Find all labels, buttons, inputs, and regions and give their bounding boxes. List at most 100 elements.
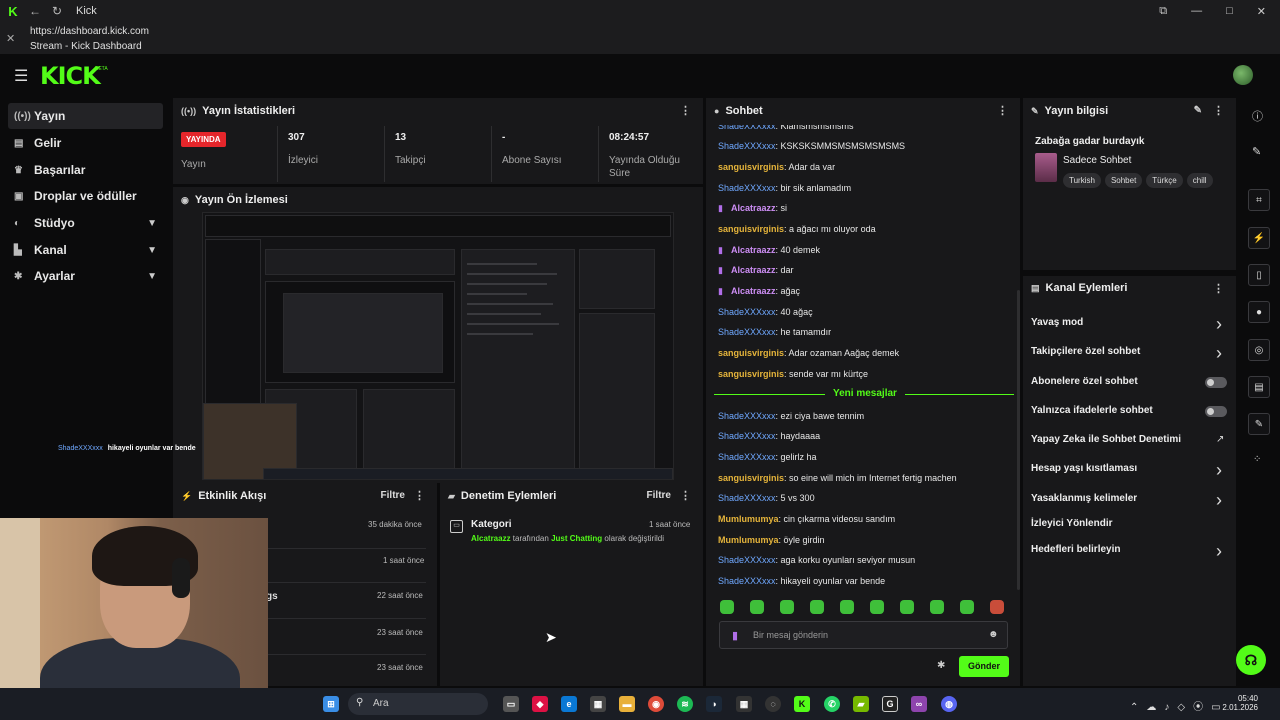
nvidia-icon[interactable]: ▰ [853,696,869,712]
toggle-switch[interactable] [1205,377,1227,388]
store-icon[interactable]: ▦ [590,696,606,712]
chat-username[interactable]: ShadeXXXxxx [718,327,776,337]
filter-button[interactable]: Filtre [647,490,671,501]
chat-rail-icon[interactable]: ● [1248,301,1270,323]
tag-chip[interactable]: Turkish [1063,173,1101,188]
g-app-icon[interactable]: G [882,696,898,712]
channel-action-item[interactable]: Hesap yaşı kısıtlaması [1031,463,1137,474]
chat-username[interactable]: ShadeXXXxxx [718,141,776,151]
chat-username[interactable]: ShadeXXXxxx [718,493,776,503]
system-tray[interactable]: ⌃☁♪◇⦿▭ [1130,698,1229,713]
edit-pencil-icon[interactable]: ✎ [1194,105,1202,116]
chat-username[interactable]: ShadeXXXxxx [718,307,776,317]
external-link-icon[interactable]: ↗ [1216,434,1224,445]
chevron-right-icon[interactable]: › [1216,314,1222,335]
whatsapp-icon[interactable]: ✆ [824,696,840,712]
channel-action-item[interactable]: Yalnızca ifadelerle sohbet [1031,405,1153,416]
mod-user[interactable]: Alcatraazz [471,534,511,543]
minimize-button[interactable]: — [1191,5,1202,18]
stream-preview-video[interactable] [202,212,674,480]
pencil-icon[interactable]: ✎ [1252,145,1261,158]
channel-action-item[interactable]: Hedefleri belirleyin [1031,544,1120,555]
chat-username[interactable]: sanguisvirginis [718,369,784,379]
emote-icon[interactable] [840,600,854,614]
channel-action-item[interactable]: Takipçilere özel sohbet [1031,346,1140,357]
back-arrow-icon[interactable]: ← [26,2,44,20]
document-icon[interactable]: ▯ [1248,264,1270,286]
spotify-icon[interactable]: ≋ [677,696,693,712]
more-icon[interactable]: ⋮ [680,104,691,117]
info-icon[interactable]: ⓘ [1252,108,1263,124]
emote-icon[interactable] [720,600,734,614]
emote-icon[interactable] [780,600,794,614]
emote-icon[interactable] [870,600,884,614]
chat-username[interactable]: sanguisvirginis [718,162,784,172]
crop-icon[interactable]: ⌗ [1248,189,1270,211]
sidebar-item-gelir[interactable]: ▤ Gelir [8,130,163,156]
emote-icon[interactable] [900,600,914,614]
more-icon[interactable]: ⋮ [1213,104,1224,117]
sidebar-item-kanal[interactable]: ▙ Kanal ▼ [8,237,163,263]
more-icon[interactable]: ⋮ [414,489,425,502]
toggle-switch[interactable] [1205,406,1227,417]
chat-username[interactable]: ShadeXXXxxx [718,452,776,462]
more-icon[interactable]: ⋮ [1213,282,1224,295]
pip-icon[interactable]: ⧉ [1159,5,1167,18]
category-thumbnail[interactable] [1035,153,1057,182]
sidebar-item-ayarlar[interactable]: ✱ Ayarlar ▼ [8,263,163,289]
emote-icon[interactable] [990,600,1004,614]
maximize-button[interactable]: □ [1226,5,1233,18]
task-view-icon[interactable]: ▭ [503,696,519,712]
chevron-right-icon[interactable]: › [1216,460,1222,481]
more-icon[interactable]: ⋮ [680,489,691,502]
wrench-rail-icon[interactable]: ✎ [1248,413,1270,435]
channel-action-item[interactable]: Abonelere özel sohbet [1031,376,1138,387]
chat-username[interactable]: Alcatraazz [731,245,776,255]
nodes-icon[interactable]: ⁘ [1253,454,1261,465]
mod-category[interactable]: Just Chatting [551,534,602,543]
sidebar-item-droplar[interactable]: ▣ Droplar ve ödüller [8,183,163,209]
chat-username[interactable]: ShadeXXXxxx [718,555,776,565]
discord-icon[interactable]: ◍ [941,696,957,712]
chevron-right-icon[interactable]: › [1216,490,1222,511]
avatar[interactable] [1233,65,1253,85]
emote-icon[interactable] [750,600,764,614]
chat-username[interactable]: sanguisvirginis [718,348,784,358]
send-button[interactable]: Gönder [959,656,1009,677]
stream-category[interactable]: Sadece Sohbet [1063,155,1131,166]
steam-icon[interactable]: ◑ [706,696,722,712]
close-icon[interactable]: ✕ [6,32,15,45]
list-rail-icon[interactable]: ▤ [1248,376,1270,398]
url-text[interactable]: https://dashboard.kick.com [30,26,149,37]
taskbar-search[interactable]: ⚲ Ara [348,693,488,715]
tag-chip[interactable]: chill [1186,173,1213,188]
filter-button[interactable]: Filtre [381,490,405,501]
emote-icon[interactable] [810,600,824,614]
chat-scrollbar[interactable] [1017,290,1020,590]
chat-username[interactable]: ShadeXXXxxx [718,431,776,441]
widgets-icon[interactable]: ◆ [532,696,548,712]
sidebar-item-yayin[interactable]: ((•)) Yayın [8,103,163,129]
emote-icon[interactable] [930,600,944,614]
edge-icon[interactable]: e [561,696,577,712]
close-button[interactable]: ✕ [1257,5,1266,18]
help-support-icon[interactable]: ☊ [1236,645,1266,675]
lightning-rail-icon[interactable]: ⚡ [1248,227,1270,249]
reload-icon[interactable]: ↻ [48,2,66,20]
hamburger-menu-icon[interactable]: ☰ [14,66,28,86]
file-explorer-icon[interactable]: ▬ [619,696,635,712]
broadcast-rail-icon[interactable]: ◎ [1248,339,1270,361]
chat-username[interactable]: Mumlumumya [718,514,779,524]
emoji-icon[interactable]: ☻ [988,629,999,640]
more-icon[interactable]: ⋮ [997,104,1008,117]
chat-username[interactable]: Alcatraazz [731,203,776,213]
chat-input[interactable]: ▮ Bir mesaj gönderin ☻ [719,621,1008,649]
visual-studio-icon[interactable]: ∞ [911,696,927,712]
tag-chip[interactable]: Türkçe [1146,173,1183,188]
terminal-icon[interactable]: ▦ [736,696,752,712]
chat-username[interactable]: ShadeXXXxxx [718,411,776,421]
emote-icon[interactable] [960,600,974,614]
sidebar-item-studyo[interactable]: ◐ Stüdyo ▼ [8,210,163,236]
chat-username[interactable]: ShadeXXXxxx [718,576,776,586]
channel-action-item[interactable]: Yasaklanmış kelimeler [1031,493,1137,504]
